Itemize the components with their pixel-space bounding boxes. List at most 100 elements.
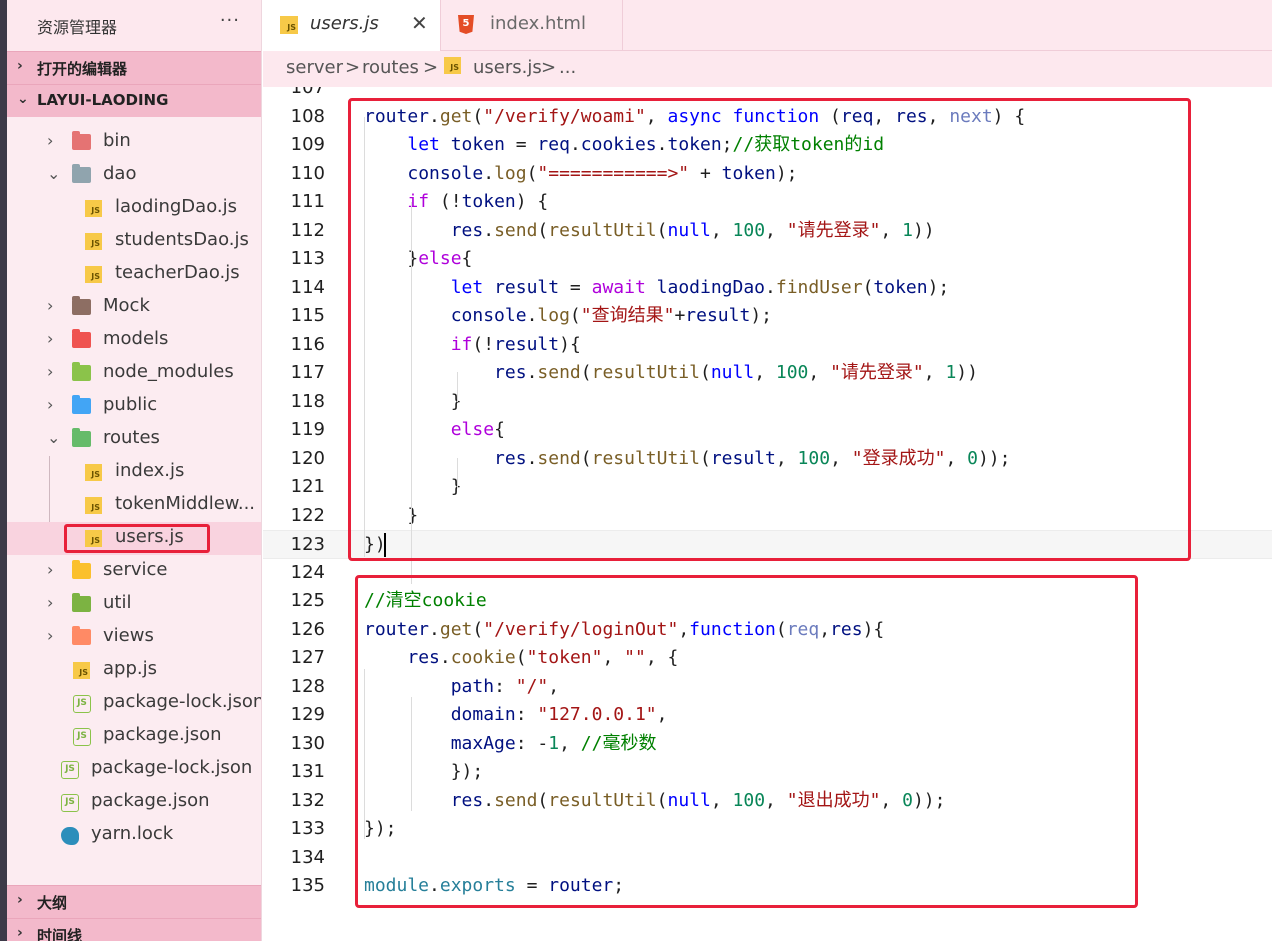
explorer-title: 资源管理器 [37, 18, 118, 37]
breadcrumb-separator: > [423, 57, 439, 78]
tree-item-label: node_modules [103, 361, 234, 382]
chevron-right-icon[interactable]: › [47, 329, 61, 348]
line-number: 112 [290, 219, 325, 241]
js-file-icon: JS [73, 662, 90, 679]
tree-item[interactable]: › public [7, 390, 261, 423]
line-number: 127 [290, 647, 325, 668]
tree-item[interactable]: › util [7, 588, 261, 621]
chevron-right-icon[interactable]: › [47, 296, 61, 315]
tree-item[interactable]: › models [7, 324, 261, 357]
tab-index-html[interactable]: 5 index.html [441, 0, 623, 51]
annotation-box-logout-route [355, 575, 1138, 908]
project-label: LAYUI-LAODING [37, 91, 169, 109]
line-number: 117 [290, 362, 325, 383]
node-json-icon: JS [61, 761, 79, 779]
tree-item-label: tokenMiddlew... [115, 493, 256, 514]
tree-item-label: app.js [103, 658, 157, 679]
tree-item-label: laodingDao.js [115, 196, 237, 217]
tree-item[interactable]: › node_modules [7, 357, 261, 390]
annotation-box-verify-route [348, 98, 1191, 561]
tree-item[interactable]: JS laodingDao.js [7, 192, 261, 225]
explorer-header: 资源管理器 ··· [7, 0, 261, 51]
tree-item[interactable]: › bin [7, 126, 261, 159]
chevron-down-icon[interactable]: ⌄ [47, 164, 61, 183]
line-number: 131 [290, 761, 325, 782]
chevron-right-icon[interactable]: › [47, 560, 61, 579]
chevron-down-icon: ⌄ [17, 91, 29, 107]
outline-section[interactable]: › 大纲 [7, 885, 261, 918]
breadcrumb: server > routes > JS users.js > ... [263, 51, 1272, 87]
line-number: 120 [290, 447, 325, 469]
chevron-down-icon[interactable]: ⌄ [47, 428, 61, 447]
tree-item-label: bin [103, 130, 131, 151]
html5-file-icon: 5 [458, 15, 474, 34]
chevron-right-icon[interactable]: › [47, 131, 61, 150]
line-number: 107 [290, 87, 325, 98]
line-number: 114 [290, 276, 325, 298]
tree-item-label: yarn.lock [91, 823, 174, 844]
editor-tab-bar: JS users.js ✕ 5 index.html [263, 0, 1272, 51]
tree-item-label: public [103, 394, 158, 415]
breadcrumb-users-js[interactable]: users.js [473, 57, 542, 78]
breadcrumb-routes[interactable]: routes [362, 57, 419, 78]
line-number: 121 [290, 476, 325, 497]
chevron-right-icon[interactable]: › [47, 593, 61, 612]
tree-item[interactable]: yarn.lock [7, 819, 261, 852]
tree-item[interactable]: JS package.json [7, 720, 261, 753]
tree-item[interactable]: JS tokenMiddlew... [7, 489, 261, 522]
open-editors-section[interactable]: › 打开的编辑器 [7, 51, 261, 84]
tree-item[interactable]: › Mock [7, 291, 261, 324]
tree-item[interactable]: JS package-lock.json [7, 753, 261, 786]
line-number: 116 [290, 333, 325, 355]
folder-util-icon [72, 593, 91, 612]
line-number: 125 [290, 590, 325, 611]
folder-public-icon [72, 395, 91, 414]
tree-item-label: package.json [103, 724, 222, 745]
chevron-right-icon: › [17, 58, 23, 74]
tree-item-label: package.json [91, 790, 210, 811]
line-number: 108 [290, 105, 325, 127]
more-actions-icon[interactable]: ··· [220, 10, 240, 31]
tree-item[interactable]: JS studentsDao.js [7, 225, 261, 258]
breadcrumb-server[interactable]: server [286, 57, 343, 78]
tree-item-label: studentsDao.js [115, 229, 249, 250]
line-number: 111 [290, 191, 325, 212]
chevron-right-icon[interactable]: › [47, 362, 61, 381]
tree-item-label: index.js [115, 460, 185, 481]
tree-item[interactable]: JS index.js [7, 456, 261, 489]
tree-item[interactable]: ⌄ routes [7, 423, 261, 456]
line-number: 133 [290, 818, 325, 839]
timeline-section[interactable]: › 时间线 [7, 918, 261, 941]
tree-item[interactable]: ⌄ dao [7, 159, 261, 192]
line-number: 115 [290, 305, 325, 326]
breadcrumb-symbol[interactable]: ... [559, 57, 576, 78]
tree-item[interactable]: JS package-lock.json [7, 687, 262, 720]
line-number: 130 [290, 732, 325, 754]
folder-dao-icon [72, 164, 91, 183]
chevron-right-icon[interactable]: › [47, 626, 61, 645]
folder-models-icon [72, 329, 91, 348]
outline-label: 大纲 [37, 894, 68, 912]
tree-item[interactable]: JS package.json [7, 786, 261, 819]
js-file-icon: JS [85, 497, 102, 514]
tree-item-label: models [103, 328, 169, 349]
line-number: 110 [290, 162, 325, 184]
tree-item-label: package-lock.json [91, 757, 253, 778]
tree-item[interactable]: JS app.js [7, 654, 261, 687]
folder-routes-icon [72, 428, 91, 447]
line-number: 134 [290, 846, 325, 868]
close-icon[interactable]: ✕ [411, 11, 428, 35]
js-file-icon: JS [280, 16, 298, 34]
tab-users-js[interactable]: JS users.js ✕ [263, 0, 441, 51]
line-number: 126 [290, 618, 325, 640]
project-section[interactable]: ⌄ LAYUI-LAODING [7, 84, 261, 117]
tree-item[interactable]: JS teacherDao.js [7, 258, 261, 291]
tree-item[interactable]: › service [7, 555, 261, 588]
js-file-icon: JS [85, 233, 102, 250]
js-file-icon: JS [85, 464, 102, 481]
code-editor[interactable]: 107 108 router.get("/verify/woami", async … [263, 87, 1272, 941]
tree-item-label: package-lock.json [103, 691, 262, 712]
tree-item[interactable]: › views [7, 621, 261, 654]
node-json-icon: JS [73, 728, 91, 746]
chevron-right-icon[interactable]: › [47, 395, 61, 414]
